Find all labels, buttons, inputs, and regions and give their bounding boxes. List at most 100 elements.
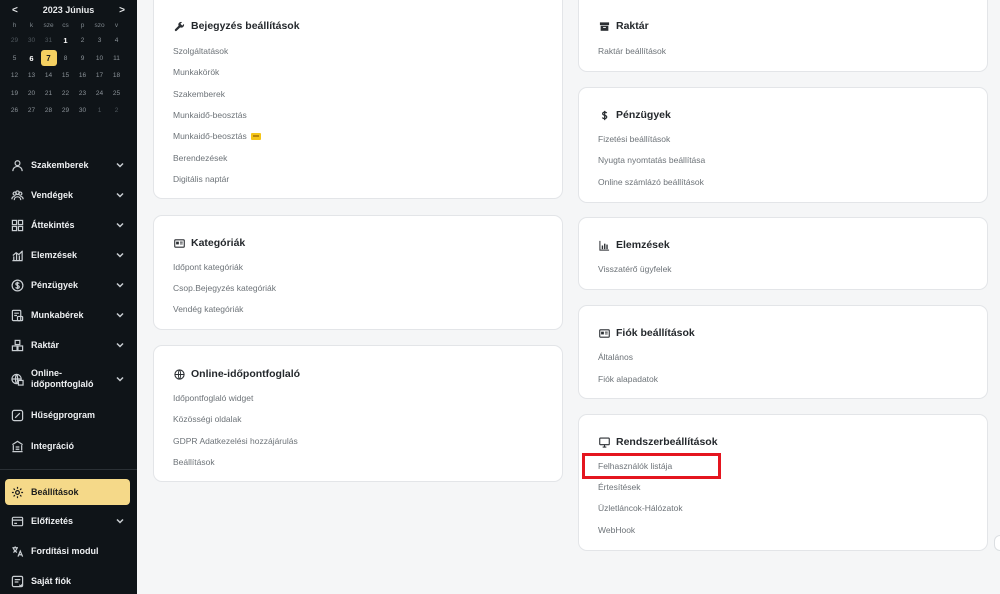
link-vendeg-kategoriak[interactable]: Vendég kategóriák [173, 304, 243, 314]
link-raktar-beallitasok[interactable]: Raktár beállítások [598, 46, 666, 56]
link-online-szamlazo[interactable]: Online számlázó beállítások [598, 177, 704, 187]
link-idopontfoglalo-widget[interactable]: Időpontfoglaló widget [173, 393, 253, 403]
chevron-down-icon [113, 191, 127, 199]
card-raktar: Raktár Raktár beállítások [578, 0, 988, 72]
sidebar-item-label: Szakemberek [31, 159, 89, 170]
calendar-day[interactable]: 4 [108, 32, 125, 50]
calendar-day[interactable]: 22 [57, 85, 74, 103]
loyalty-icon [10, 408, 24, 422]
calendar-day[interactable]: 27 [23, 102, 40, 120]
sidebar-item-attekintes[interactable]: Áttekintés [0, 212, 137, 238]
link-munkaido-beosztas-premium[interactable]: Munkaidő-beosztás [173, 131, 261, 141]
calendar-day[interactable]: 31 [40, 32, 57, 50]
calendar-day[interactable]: 12 [6, 67, 23, 85]
sidebar-item-vendegek[interactable]: Vendégek [0, 182, 137, 208]
calendar-day[interactable]: 11 [108, 50, 125, 68]
calendar-day[interactable]: 19 [6, 85, 23, 103]
link-idopont-kategoriak[interactable]: Időpont kategóriák [173, 262, 243, 272]
globe-calendar-icon [10, 372, 24, 386]
link-uzletlancok-halozatok[interactable]: Üzletláncok-Hálózatok [598, 503, 683, 513]
link-szolgaltatasok[interactable]: Szolgáltatások [173, 46, 228, 56]
sidebar-item-beallitasok[interactable]: Beállítások [5, 479, 130, 505]
calendar-day[interactable]: 1 [57, 32, 74, 50]
card-title-text: Rendszerbeállítások [616, 436, 718, 448]
sidebar-item-elofizetes[interactable]: Előfizetés [0, 508, 137, 534]
sidebar-item-forditasi-modul[interactable]: Fordítási modul [0, 538, 137, 564]
bar-chart-icon [598, 239, 610, 251]
link-nyugta-nyomtatas[interactable]: Nyugta nyomtatás beállítása [598, 155, 705, 165]
sidebar-item-elemzesek[interactable]: Elemzések [0, 242, 137, 268]
chevron-down-icon [113, 375, 127, 383]
calendar-day[interactable]: 10 [91, 50, 108, 68]
card-title: Bejegyzés beállítások [173, 20, 300, 32]
link-webhook[interactable]: WebHook [598, 525, 635, 535]
calendar-day[interactable]: 29 [6, 32, 23, 50]
calendar-day[interactable]: 24 [91, 85, 108, 103]
calendar-day[interactable]: 23 [74, 85, 91, 103]
calendar-day[interactable]: 20 [23, 85, 40, 103]
sidebar-item-munkaberek[interactable]: Munkabérek [0, 302, 137, 328]
sidebar-item-label: Áttekintés [31, 219, 75, 230]
monitor-icon [598, 436, 610, 448]
card-title-text: Kategóriák [191, 237, 246, 249]
sidebar-item-raktar[interactable]: Raktár [0, 332, 137, 358]
calendar-day[interactable]: 17 [91, 67, 108, 85]
calendar-day[interactable]: 2 [108, 102, 125, 120]
link-altalanos[interactable]: Általános [598, 352, 633, 362]
calendar-day[interactable]: 14 [40, 67, 57, 85]
link-csop-bejegyzes-kategoriak[interactable]: Csop.Bejegyzés kategóriák [173, 283, 276, 293]
card-title: Online-időpontfoglaló [173, 368, 300, 380]
link-kozossegi-oldalak[interactable]: Közösségi oldalak [173, 414, 242, 424]
calendar-header: < 2023 Június > [0, 0, 137, 16]
calendar-day[interactable]: 8 [57, 50, 74, 68]
card-title: Pénzügyek [598, 109, 671, 121]
calendar-day[interactable]: 29 [57, 102, 74, 120]
calendar-day[interactable]: 30 [23, 32, 40, 50]
link-berendezesek[interactable]: Berendezések [173, 153, 227, 163]
scroll-handle[interactable] [994, 535, 1000, 551]
sidebar-item-online-idopontfoglalo[interactable]: Online-időpontfoglaló [0, 366, 137, 392]
link-fizetesi-beallitasok[interactable]: Fizetési beállítások [598, 134, 670, 144]
calendar-next-button[interactable]: > [119, 5, 125, 16]
calendar-day[interactable]: 6 [23, 50, 40, 68]
calendar-day[interactable]: 25 [108, 85, 125, 103]
calendar-prev-button[interactable]: < [12, 5, 18, 16]
calendar-day[interactable]: 7 [40, 50, 57, 68]
calendar-day[interactable]: 3 [91, 32, 108, 50]
calendar-day[interactable]: 18 [108, 67, 125, 85]
calendar-day[interactable]: 28 [40, 102, 57, 120]
link-beallitasok[interactable]: Beállítások [173, 457, 215, 467]
link-digitalis-naptar[interactable]: Digitális naptár [173, 174, 229, 184]
card-title: Fiók beállítások [598, 327, 695, 339]
calendar-day[interactable]: 2 [74, 32, 91, 50]
sidebar-item-szakemberek[interactable]: Szakemberek [0, 152, 137, 178]
calendar-day-selected: 7 [40, 50, 57, 67]
link-szakemberek[interactable]: Szakemberek [173, 89, 225, 99]
calendar-day[interactable]: 13 [23, 67, 40, 85]
sidebar-item-penzugyek[interactable]: Pénzügyek [0, 272, 137, 298]
calendar-day[interactable]: 15 [57, 67, 74, 85]
calendar-day[interactable]: 26 [6, 102, 23, 120]
link-munkakorok[interactable]: Munkakörök [173, 67, 219, 77]
calendar-day[interactable]: 1 [91, 102, 108, 120]
calendar-day[interactable]: 9 [74, 50, 91, 68]
account-icon [10, 574, 24, 588]
card-kategoriak: Kategóriák Időpont kategóriák Csop.Bejeg… [153, 215, 563, 330]
calendar-day[interactable]: 30 [74, 102, 91, 120]
link-munkaido-beosztas[interactable]: Munkaidő-beosztás [173, 110, 247, 120]
sidebar-item-husegprogram[interactable]: Hűségprogram [0, 402, 137, 428]
calendar-day[interactable]: 16 [74, 67, 91, 85]
link-visszatero-ugyfelek[interactable]: Visszatérő ügyfelek [598, 264, 672, 274]
sidebar-item-label-line1: Online- [31, 368, 62, 378]
sidebar-item-label: Integráció [31, 440, 75, 451]
calendar-day[interactable]: 21 [40, 85, 57, 103]
sidebar-item-label: Raktár [31, 339, 60, 350]
calendar-day[interactable]: 5 [6, 50, 23, 68]
link-fiok-alapadatok[interactable]: Fiók alapadatok [598, 374, 658, 384]
box-icon [598, 20, 610, 32]
sidebar-item-sajat-fiok[interactable]: Saját fiók [0, 568, 137, 594]
link-gdpr[interactable]: GDPR Adatkezelési hozzájárulás [173, 436, 298, 446]
sidebar-item-integracio[interactable]: Integráció [0, 433, 137, 459]
link-ertesitesek[interactable]: Értesítések [598, 482, 641, 492]
grid-icon [10, 218, 24, 232]
